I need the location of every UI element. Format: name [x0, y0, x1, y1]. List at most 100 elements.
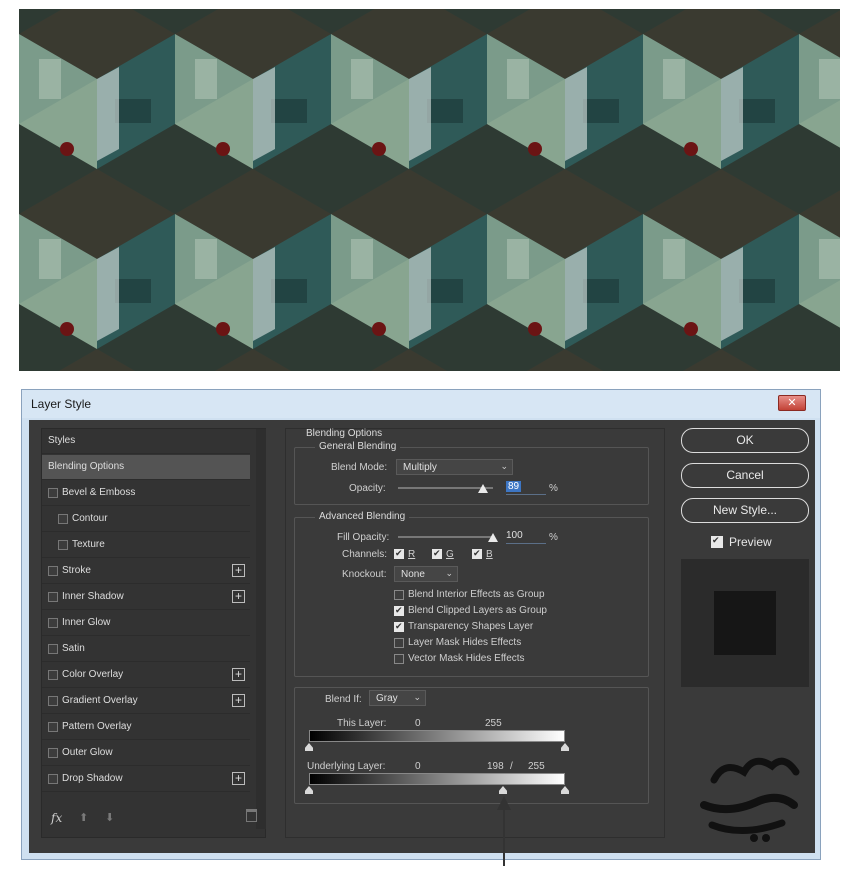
- general-blending-title: General Blending: [315, 441, 401, 452]
- style-item-checkbox[interactable]: [48, 670, 58, 680]
- style-item-checkbox[interactable]: [48, 592, 58, 602]
- blend-if-dropdown[interactable]: Gray ⌄: [369, 690, 426, 706]
- style-item-label: Gradient Overlay: [62, 695, 138, 706]
- this-layer-high: 255: [485, 718, 502, 729]
- style-item-checkbox[interactable]: [48, 774, 58, 784]
- blend-mode-dropdown[interactable]: Multiply ⌄: [396, 459, 513, 475]
- style-item-label: Pattern Overlay: [62, 721, 132, 732]
- advanced-blending-title: Advanced Blending: [315, 511, 410, 522]
- underlying-low-handle[interactable]: [305, 786, 313, 794]
- style-item-checkbox[interactable]: [48, 618, 58, 628]
- channel-b-label: B: [486, 549, 493, 560]
- this-layer-high-handle[interactable]: [561, 743, 569, 751]
- underlying-high-handle[interactable]: [561, 786, 569, 794]
- knockout-dropdown[interactable]: None ⌄: [394, 566, 458, 582]
- this-layer-low-handle[interactable]: [305, 743, 313, 751]
- channel-b-checkbox[interactable]: [472, 548, 482, 559]
- option-label: Blend Interior Effects as Group: [408, 589, 545, 600]
- add-effect-icon[interactable]: +: [232, 772, 245, 785]
- opacity-value: 89: [506, 481, 522, 492]
- style-item-label: Texture: [72, 539, 105, 550]
- fill-opacity-percent: %: [549, 532, 558, 543]
- style-item-blending-options[interactable]: Blending Options: [42, 455, 250, 480]
- style-item-checkbox[interactable]: [48, 488, 58, 498]
- move-down-icon[interactable]: ⬇: [105, 811, 114, 824]
- fill-opacity-slider[interactable]: [398, 536, 493, 538]
- style-item-stroke[interactable]: Stroke +: [42, 559, 250, 584]
- style-item-color-overlay[interactable]: Color Overlay +: [42, 663, 250, 688]
- style-item-checkbox[interactable]: [48, 566, 58, 576]
- opacity-percent: %: [549, 483, 558, 494]
- style-item-inner-glow[interactable]: Inner Glow: [42, 611, 250, 636]
- option-checkbox[interactable]: [394, 621, 404, 632]
- cancel-button[interactable]: Cancel: [681, 463, 809, 488]
- style-item-checkbox[interactable]: [58, 514, 68, 524]
- option-checkbox[interactable]: [394, 590, 404, 600]
- blend-if-group: Blend If: Gray ⌄ This Layer: 0 255 Under…: [294, 687, 649, 804]
- close-button[interactable]: ✕: [778, 395, 806, 411]
- add-effect-icon[interactable]: +: [232, 564, 245, 577]
- style-item-label: Bevel & Emboss: [62, 487, 136, 498]
- underlying-separator: /: [510, 761, 513, 772]
- preview-label: Preview: [729, 535, 772, 549]
- title-bar[interactable]: Layer Style ✕: [22, 390, 820, 418]
- add-effect-icon[interactable]: +: [232, 694, 245, 707]
- style-item-checkbox[interactable]: [48, 696, 58, 706]
- style-item-outer-glow[interactable]: Outer Glow: [42, 741, 250, 766]
- style-item-inner-shadow[interactable]: Inner Shadow +: [42, 585, 250, 610]
- knockout-label: Knockout:: [342, 569, 387, 580]
- underlying-split-handle[interactable]: [499, 786, 507, 794]
- channel-r-checkbox[interactable]: [394, 548, 404, 559]
- style-item-styles[interactable]: Styles: [42, 429, 250, 454]
- option-checkbox[interactable]: [394, 638, 404, 648]
- chevron-down-icon: ⌄: [445, 568, 453, 578]
- general-blending-group: General Blending Blend Mode: Multiply ⌄ …: [294, 441, 649, 505]
- opacity-label: Opacity:: [349, 483, 386, 494]
- channels-label: Channels:: [342, 549, 388, 560]
- this-layer-label: This Layer:: [337, 718, 387, 729]
- option-label: Vector Mask Hides Effects: [408, 653, 525, 664]
- fill-opacity-field[interactable]: 100: [506, 530, 546, 544]
- add-effect-icon[interactable]: +: [232, 668, 245, 681]
- underlying-split: 198: [487, 761, 504, 772]
- dialog-title: Layer Style: [31, 397, 92, 411]
- style-item-checkbox[interactable]: [58, 540, 68, 550]
- style-item-checkbox[interactable]: [48, 748, 58, 758]
- style-item-pattern-overlay[interactable]: Pattern Overlay: [42, 715, 250, 740]
- move-up-icon[interactable]: ⬆: [79, 811, 88, 824]
- opacity-field[interactable]: 89: [506, 481, 546, 495]
- preview-checkbox[interactable]: [711, 535, 723, 548]
- style-item-satin[interactable]: Satin: [42, 637, 250, 662]
- fx-button[interactable]: fx: [51, 811, 62, 825]
- channel-g-label: G: [446, 549, 454, 560]
- underlying-low: 0: [415, 761, 421, 772]
- underlying-layer-label: Underlying Layer:: [307, 761, 386, 772]
- style-item-texture[interactable]: Texture: [42, 533, 250, 558]
- style-item-label: Contour: [72, 513, 108, 524]
- channel-g-checkbox[interactable]: [432, 548, 442, 559]
- style-item-checkbox[interactable]: [48, 722, 58, 732]
- styles-scrollbar[interactable]: [256, 429, 266, 829]
- underlying-layer-gradient[interactable]: [309, 773, 565, 785]
- new-style-button[interactable]: New Style...: [681, 498, 809, 523]
- style-item-bevel-emboss[interactable]: Bevel & Emboss: [42, 481, 250, 506]
- trash-icon[interactable]: [246, 809, 257, 822]
- watermark-logo: [700, 757, 800, 842]
- option-checkbox[interactable]: [394, 605, 404, 616]
- style-item-checkbox[interactable]: [48, 644, 58, 654]
- advanced-blending-group: Advanced Blending Fill Opacity: 100 % Ch…: [294, 511, 649, 677]
- style-item-drop-shadow[interactable]: Drop Shadow +: [42, 767, 250, 792]
- style-item-label: Styles: [48, 435, 76, 446]
- style-item-label: Outer Glow: [62, 747, 113, 758]
- layer-style-dialog: Layer Style ✕ Drop Shadow + Outer Glow Patt…: [21, 389, 821, 860]
- blend-mode-label: Blend Mode:: [331, 462, 388, 473]
- option-checkbox[interactable]: [394, 654, 404, 664]
- style-item-contour[interactable]: Contour: [42, 507, 250, 532]
- ok-button[interactable]: OK: [681, 428, 809, 453]
- style-item-gradient-overlay[interactable]: Gradient Overlay +: [42, 689, 250, 714]
- style-item-label: Stroke: [62, 565, 91, 576]
- this-layer-gradient[interactable]: [309, 730, 565, 742]
- fill-opacity-slider-thumb[interactable]: [488, 533, 498, 542]
- add-effect-icon[interactable]: +: [232, 590, 245, 603]
- opacity-slider-thumb[interactable]: [477, 484, 488, 493]
